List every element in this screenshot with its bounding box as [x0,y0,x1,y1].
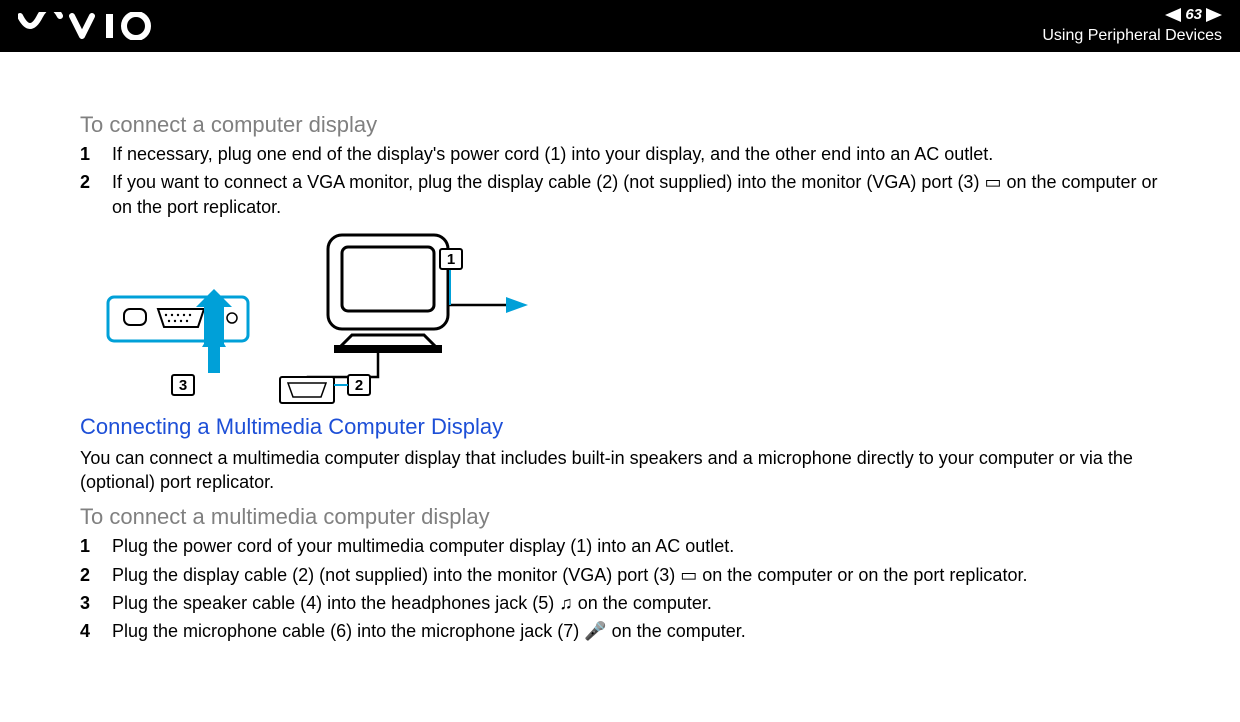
list-item: 2 Plug the display cable (2) (not suppli… [80,563,1160,587]
heading-2: Connecting a Multimedia Computer Display [80,414,1160,440]
step-number: 1 [80,142,94,166]
step-number: 2 [80,563,94,587]
steps-list-2: 1 Plug the power cord of your multimedia… [80,534,1160,643]
step-text: Plug the microphone cable (6) into the m… [112,619,1160,643]
steps-list-1: 1 If necessary, plug one end of the disp… [80,142,1160,219]
vaio-logo [18,12,168,40]
page-number: 63 [1185,6,1202,24]
step-number: 3 [80,591,94,615]
header-meta: 63 Using Peripheral Devices [1042,6,1222,45]
next-page-icon[interactable] [1206,8,1222,22]
intro-text: You can connect a multimedia computer di… [80,446,1160,495]
list-item: 4 Plug the microphone cable (6) into the… [80,619,1160,643]
step-text: Plug the power cord of your multimedia c… [112,534,1160,558]
step-number: 1 [80,534,94,558]
list-item: 3 Plug the speaker cable (4) into the he… [80,591,1160,615]
step-text: Plug the speaker cable (4) into the head… [112,591,1160,615]
page-navigator: 63 [1042,6,1222,24]
step-number: 4 [80,619,94,643]
document-body: To connect a computer display 1 If neces… [0,52,1240,644]
list-item: 2 If you want to connect a VGA monitor, … [80,170,1160,219]
connection-diagram: 3 1 2 [98,227,1160,412]
topbar: 63 Using Peripheral Devices [0,0,1240,52]
prev-page-icon[interactable] [1165,8,1181,22]
list-item: 1 If necessary, plug one end of the disp… [80,142,1160,166]
step-text: Plug the display cable (2) (not supplied… [112,563,1160,587]
svg-text:1: 1 [447,251,455,268]
step-text: If you want to connect a VGA monitor, pl… [112,170,1160,219]
svg-text:3: 3 [179,377,187,394]
header-section-title: Using Peripheral Devices [1042,26,1222,45]
step-number: 2 [80,170,94,219]
step-text: If necessary, plug one end of the displa… [112,142,1160,166]
sub-heading-2: To connect a multimedia computer display [80,504,1160,530]
sub-heading-1: To connect a computer display [80,112,1160,138]
svg-text:2: 2 [355,377,363,394]
list-item: 1 Plug the power cord of your multimedia… [80,534,1160,558]
